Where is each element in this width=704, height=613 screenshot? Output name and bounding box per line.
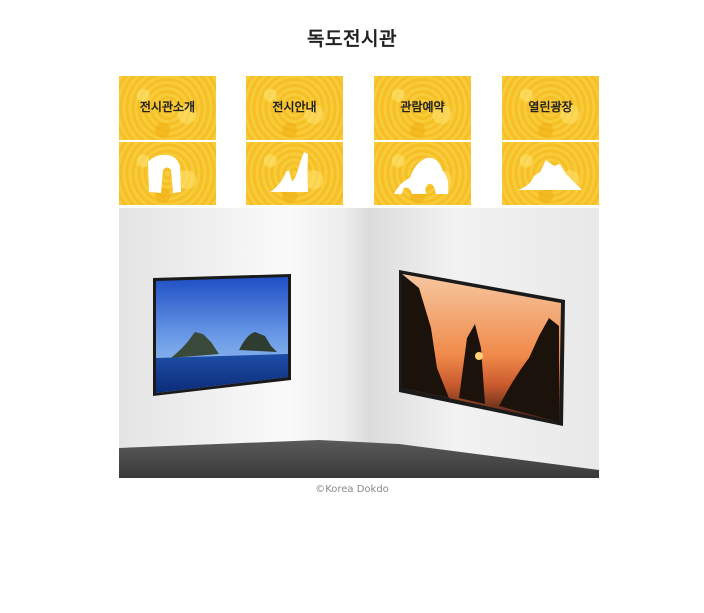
menu-label: 전시관소개 xyxy=(139,100,196,114)
menu-card-exhibition-guide[interactable]: 전시안내 xyxy=(246,76,343,205)
page-title: 독도전시관 xyxy=(307,28,397,50)
menu-label: 관람예약 xyxy=(400,100,445,114)
virtual-gallery-room[interactable] xyxy=(119,208,599,478)
menu-card-top: 열린광장 xyxy=(502,76,599,140)
menu-card-top: 관람예약 xyxy=(374,76,471,140)
dokdo-island-icon xyxy=(518,160,582,190)
menu-card-top: 전시관소개 xyxy=(119,76,216,140)
dokdo-arch-rock-icon xyxy=(148,154,181,193)
menu-card-top: 전시안내 xyxy=(246,76,343,140)
dokdo-elephant-rock-icon xyxy=(394,157,449,194)
photo-credit: ©Korea Dokdo xyxy=(315,484,389,495)
dokdo-islands-daytime-photo[interactable] xyxy=(153,274,291,396)
menu-label: 열린광장 xyxy=(528,100,573,114)
menu-card-exhibition-intro[interactable]: 전시관소개 xyxy=(119,76,216,205)
menu-card-visit-reservation[interactable]: 관람예약 xyxy=(374,76,471,205)
menu-label: 전시안내 xyxy=(272,100,317,114)
gallery-room-illustration xyxy=(119,270,599,478)
dokdo-candle-rock-icon xyxy=(270,152,308,192)
menu-card-bottom xyxy=(374,142,471,205)
menu-card-open-square[interactable]: 열린광장 xyxy=(502,76,599,205)
menu-card-bottom xyxy=(246,142,343,205)
dokdo-sunset-photo[interactable] xyxy=(399,270,565,426)
menu-card-bottom xyxy=(502,142,599,205)
menu-card-bottom xyxy=(119,142,216,205)
